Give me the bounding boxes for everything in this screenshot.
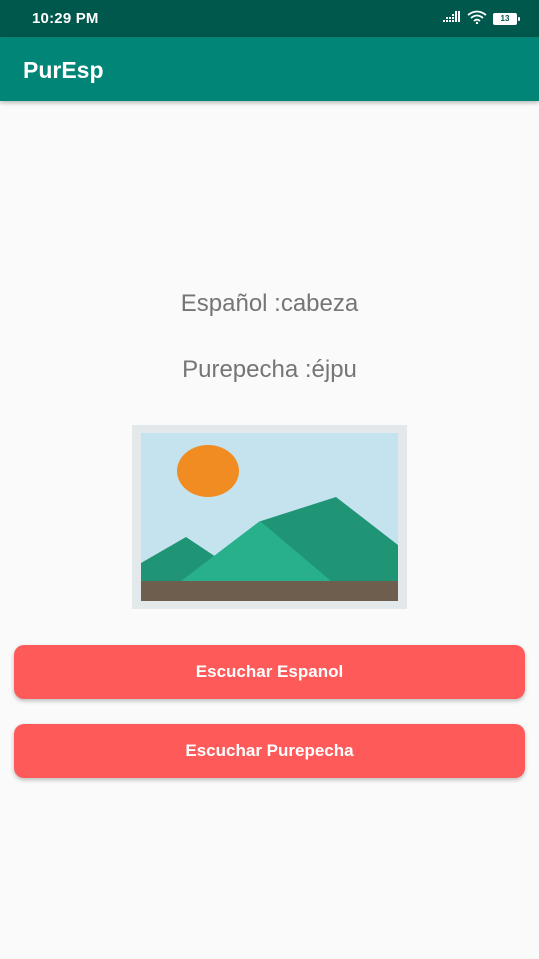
status-icons: 13 <box>443 10 520 29</box>
landscape-placeholder-icon <box>141 433 398 601</box>
listen-purepecha-button[interactable]: Escuchar Purepecha <box>14 724 525 778</box>
listen-spanish-button[interactable]: Escuchar Espanol <box>14 645 525 699</box>
status-bar: 10:29 PM 13 <box>0 0 539 37</box>
wifi-icon <box>467 10 487 29</box>
spanish-word-text: Español :cabeza <box>180 290 359 317</box>
app-bar: PurEsp <box>0 37 539 101</box>
battery-level: 13 <box>494 14 516 24</box>
signal-icon <box>443 10 461 28</box>
battery-icon: 13 <box>493 13 520 25</box>
app-title: PurEsp <box>23 57 104 83</box>
status-time: 10:29 PM <box>32 10 99 27</box>
word-image <box>132 425 407 609</box>
purepecha-word-text: Purepecha :éjpu <box>182 356 357 383</box>
